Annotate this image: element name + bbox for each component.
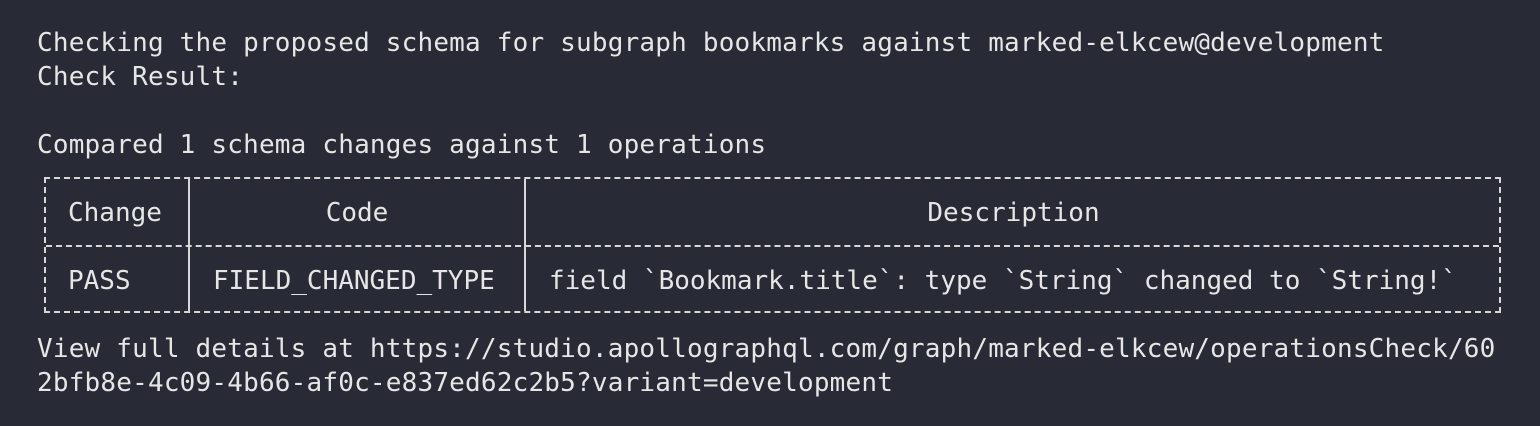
column-header-change: Change — [68, 198, 162, 228]
compared-line: Compared 1 schema changes against 1 oper… — [37, 130, 767, 160]
column-header-code: Code — [325, 198, 389, 228]
details-url-line[interactable]: View full details at https://studio.apol… — [37, 332, 1496, 366]
details-url-line-continued[interactable]: 2bfb8e-4c09-4b66-af0c-e837ed62c2b5?varia… — [37, 366, 893, 400]
check-result-line: Check Result: — [37, 62, 244, 92]
table-cell-code: FIELD_CHANGED_TYPE — [213, 266, 495, 296]
check-result-table: Change Code Description PASS FIELD_CHANG… — [44, 177, 1501, 313]
check-header-line: Checking the proposed schema for subgrap… — [37, 28, 1385, 58]
column-header-description: Description — [927, 198, 1100, 228]
table-header-divider — [46, 245, 1499, 247]
table-cell-description: field `Bookmark.title`: type `String` ch… — [549, 266, 1457, 296]
terminal-window: Checking the proposed schema for subgrap… — [0, 0, 1540, 426]
table-cell-change: PASS — [68, 266, 131, 296]
